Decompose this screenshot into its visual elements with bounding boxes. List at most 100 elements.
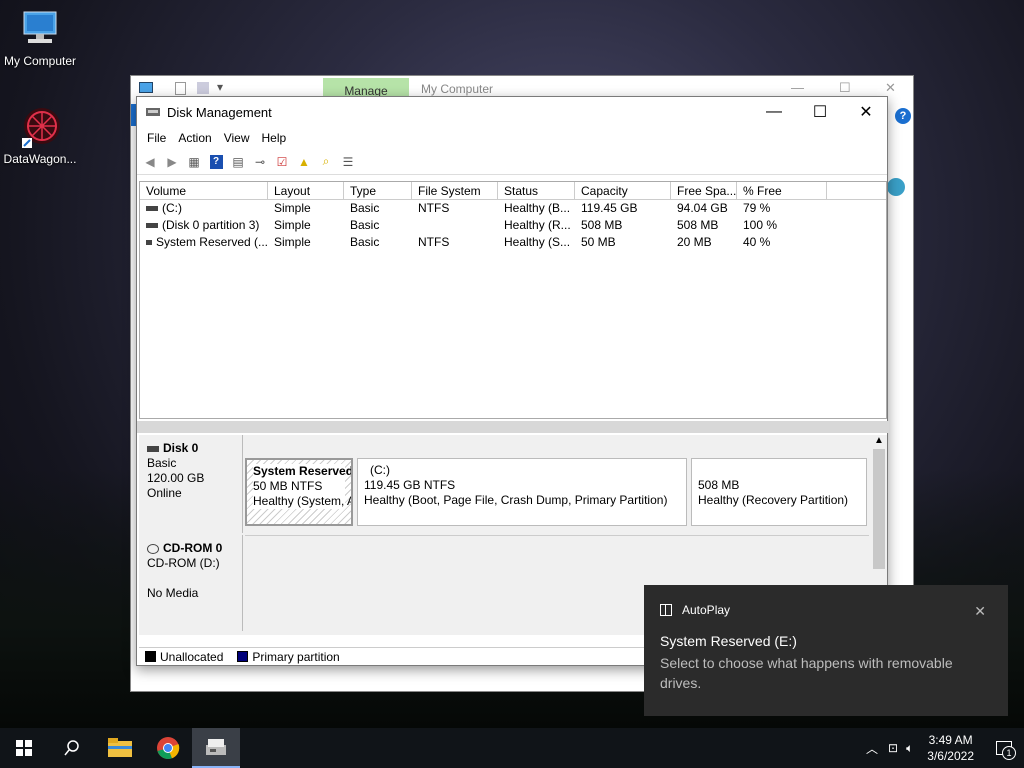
console-tree-icon[interactable]: ▦: [185, 153, 203, 171]
pane-splitter[interactable]: [137, 421, 889, 433]
table-row[interactable]: (Disk 0 partition 3) Simple Basic Health…: [140, 217, 886, 234]
disk0-label[interactable]: Disk 0 Basic 120.00 GB Online: [139, 435, 243, 533]
disk-management-window[interactable]: Disk Management — ☐ ✕ File Action View H…: [136, 96, 889, 666]
column-layout[interactable]: Layout: [268, 182, 344, 199]
properties-icon[interactable]: [175, 82, 186, 95]
column-capacity[interactable]: Capacity: [575, 182, 671, 199]
table-row[interactable]: System Reserved (... Simple Basic NTFS H…: [140, 234, 886, 251]
partition-system-reserved[interactable]: System Reserved 50 MB NTFS Healthy (Syst…: [245, 458, 353, 526]
column-percent-free[interactable]: % Free: [737, 182, 827, 199]
partition-c[interactable]: (C:) 119.45 GB NTFS Healthy (Boot, Page …: [357, 458, 687, 526]
table-row[interactable]: (C:) Simple Basic NTFS Healthy (B... 119…: [140, 200, 886, 217]
legend-primary-label: Primary partition: [252, 649, 340, 664]
legend-primary: Primary partition: [237, 649, 340, 664]
cell-type: Basic: [350, 201, 380, 215]
menu-help[interactable]: Help: [256, 131, 293, 145]
taskbar-file-explorer[interactable]: [96, 728, 144, 768]
maximize-button[interactable]: ☐: [797, 97, 843, 127]
desktop-icon-label: My Computer: [3, 54, 77, 68]
menubar: File Action View Help: [137, 127, 887, 149]
folder-icon[interactable]: [197, 82, 209, 94]
scroll-thumb[interactable]: [873, 449, 885, 569]
maximize-button[interactable]: ☐: [839, 80, 851, 96]
folder-icon: [108, 738, 132, 757]
desktop-icon-label: DataWagon...: [3, 152, 77, 166]
cell-percent-free: 79 %: [743, 201, 771, 215]
minimize-button[interactable]: —: [791, 80, 804, 95]
taskbar-disk-management[interactable]: [192, 728, 240, 768]
computer-icon: [139, 82, 153, 93]
action-center-button[interactable]: 1: [984, 728, 1024, 768]
partition-name: (C:): [370, 463, 390, 477]
cell-percent-free: 40 %: [743, 235, 771, 249]
desktop-icon-datawagon[interactable]: DataWagon...: [0, 106, 80, 166]
menu-file[interactable]: File: [141, 131, 172, 145]
minimize-button[interactable]: —: [751, 97, 797, 127]
cell-free-space: 94.04 GB: [677, 201, 728, 215]
action-pane-icon[interactable]: ▤: [229, 153, 247, 171]
close-button[interactable]: ✕: [843, 97, 889, 127]
column-type[interactable]: Type: [344, 182, 412, 199]
volume-list-header: Volume Layout Type File System Status Ca…: [140, 182, 886, 200]
legend-swatch-primary: [237, 651, 249, 662]
cell-layout: Simple: [274, 201, 311, 215]
partition-name: [698, 463, 860, 478]
column-filler: [827, 182, 886, 199]
menu-view[interactable]: View: [218, 131, 256, 145]
chevron-up-icon[interactable]: ︿: [866, 740, 878, 757]
disk-management-icon: [206, 739, 226, 755]
volume-list[interactable]: Volume Layout Type File System Status Ca…: [139, 181, 887, 419]
partition-size: 119.45 GB NTFS: [364, 478, 456, 492]
cell-layout: Simple: [274, 235, 311, 249]
start-button[interactable]: [0, 728, 48, 768]
help-icon[interactable]: ?: [895, 108, 911, 124]
dropdown-icon[interactable]: ▾: [217, 80, 223, 94]
datawagon-icon: [18, 106, 62, 150]
cell-percent-free: 100 %: [743, 218, 778, 232]
back-arrow-icon[interactable]: ◀: [141, 153, 159, 171]
desktop-icon-my-computer[interactable]: My Computer: [0, 8, 80, 68]
clock[interactable]: 3:49 AM 3/6/2022: [927, 732, 974, 764]
cell-volume: (Disk 0 partition 3): [140, 217, 268, 234]
partition-size: 508 MB: [698, 478, 740, 492]
properties-icon[interactable]: ☰: [339, 153, 357, 171]
volume-icon[interactable]: 🔈︎: [906, 741, 913, 756]
checklist-icon[interactable]: ☑: [273, 153, 291, 171]
folder-up-icon[interactable]: ▲: [295, 153, 313, 171]
disk0-status: Online: [147, 486, 182, 500]
menu-action[interactable]: Action: [172, 131, 217, 145]
autoplay-toast[interactable]: AutoPlay ✕ System Reserved (E:) Select t…: [644, 585, 1008, 716]
cell-volume: System Reserved (...: [140, 234, 268, 251]
forward-arrow-icon[interactable]: ▶: [163, 153, 181, 171]
partition-status: Healthy (Boot, Page File, Crash Dump, Pr…: [364, 493, 668, 507]
partition-recovery[interactable]: 508 MB Healthy (Recovery Partition): [691, 458, 867, 526]
disk-management-icon: [146, 108, 160, 116]
column-volume[interactable]: Volume: [140, 182, 268, 199]
toast-heading: System Reserved (E:): [660, 633, 797, 649]
cell-file-system: NTFS: [418, 235, 450, 249]
help-icon[interactable]: ?: [207, 153, 225, 171]
column-free-space[interactable]: Free Spa...: [671, 182, 737, 199]
scroll-up-icon[interactable]: ▲: [871, 435, 887, 447]
disk-icon: [147, 445, 159, 452]
search-folder-icon[interactable]: ⌕: [317, 153, 335, 171]
clock-time: 3:49 AM: [928, 733, 973, 747]
windows-icon: [16, 740, 32, 756]
toast-close-button[interactable]: ✕: [974, 603, 986, 620]
disk0-size: 120.00 GB: [147, 471, 205, 485]
cdrom-media: No Media: [147, 586, 199, 600]
cell-type: Basic: [350, 235, 380, 249]
network-icon[interactable]: ⊡: [888, 741, 898, 755]
cell-layout: Simple: [274, 218, 311, 232]
connect-icon[interactable]: ⊸: [251, 153, 269, 171]
autoplay-icon: [660, 604, 672, 616]
taskbar-chrome[interactable]: [144, 728, 192, 768]
disk0-name: Disk 0: [163, 441, 199, 455]
search-button[interactable]: [48, 728, 96, 768]
column-status[interactable]: Status: [498, 182, 575, 199]
column-file-system[interactable]: File System: [412, 182, 498, 199]
cdrom-drive: CD-ROM (D:): [147, 556, 220, 570]
close-button[interactable]: ✕: [885, 80, 896, 96]
legend-unallocated: Unallocated: [145, 650, 223, 664]
cdrom0-label[interactable]: CD-ROM 0 CD-ROM (D:) No Media: [139, 535, 243, 631]
